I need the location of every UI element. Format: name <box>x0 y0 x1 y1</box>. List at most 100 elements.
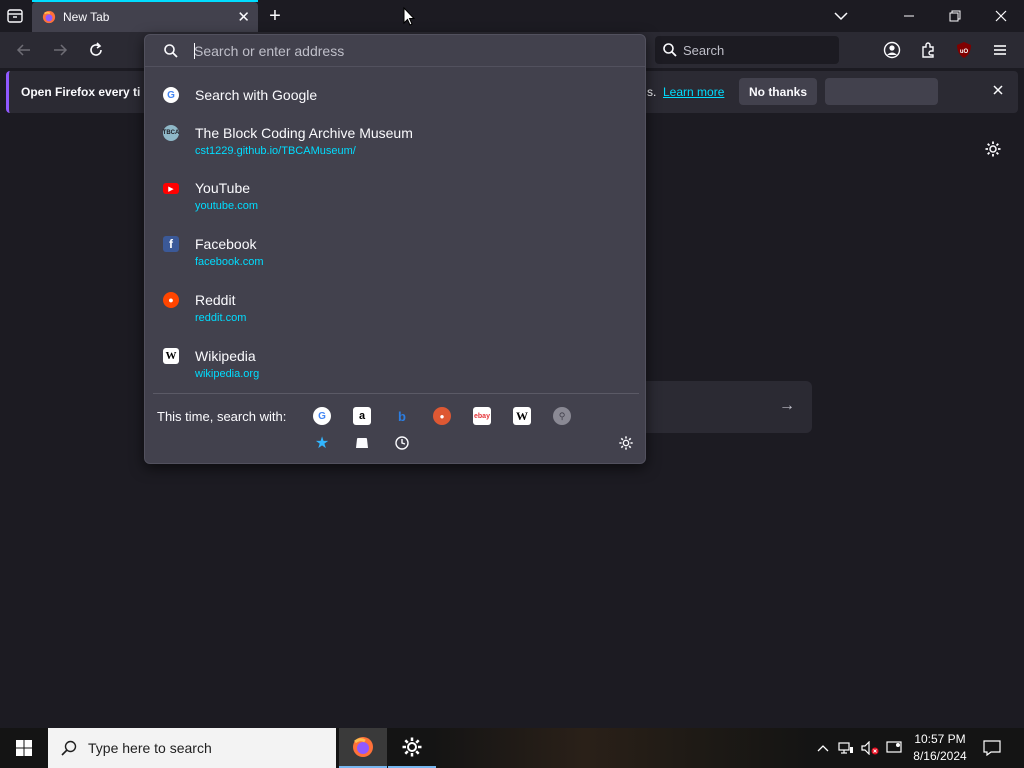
search-icon <box>61 740 77 756</box>
result-url: youtube.com <box>195 200 258 212</box>
start-button[interactable] <box>0 728 48 768</box>
search-icon <box>164 44 178 58</box>
clock-date: 8/16/2024 <box>913 749 967 763</box>
search-with-label: This time, search with: <box>157 409 287 424</box>
volume-muted-icon[interactable] <box>860 728 880 768</box>
svg-text:uO: uO <box>960 49 969 55</box>
youtube-icon: ▶ <box>163 183 179 194</box>
back-arrow-icon <box>16 44 30 56</box>
facebook-icon: f <box>163 236 179 252</box>
minimize-button[interactable] <box>886 0 932 32</box>
tbca-museum-icon: TBCA <box>163 125 179 141</box>
google-icon: G <box>163 87 179 103</box>
reddit-icon: ● <box>163 292 179 308</box>
tab-title: New Tab <box>63 10 110 24</box>
result-title: Facebook <box>195 236 257 252</box>
result-title: YouTube <box>195 180 251 196</box>
customize-button[interactable] <box>984 140 1002 158</box>
result-title: Search with Google <box>195 87 318 103</box>
page-search-box[interactable]: → <box>646 381 812 433</box>
taskbar-search-box[interactable]: Type here to search <box>48 728 336 768</box>
no-thanks-label: No thanks <box>748 84 807 99</box>
windows-logo-icon <box>16 740 32 756</box>
result-wikipedia[interactable]: W Wikipedia wikipedia.org <box>153 342 639 392</box>
restore-button[interactable] <box>932 0 978 32</box>
result-url: reddit.com <box>195 312 247 324</box>
reload-button[interactable] <box>84 38 108 62</box>
notifications-icon[interactable] <box>978 728 1006 768</box>
set-default-button[interactable] <box>825 78 938 105</box>
tab-strip: New Tab ✕ + <box>0 0 1024 32</box>
list-tabs-chevron-icon[interactable] <box>818 0 864 32</box>
tab-new-tab[interactable]: New Tab ✕ <box>32 0 258 32</box>
result-url: facebook.com <box>195 256 264 268</box>
close-notification-icon[interactable] <box>990 82 1006 98</box>
learn-more-link[interactable]: Learn more <box>663 85 724 99</box>
notification-message: Open Firefox every ti <box>21 85 141 99</box>
forward-button[interactable] <box>48 38 72 62</box>
result-url: cst1229.github.io/TBCAMuseum/ <box>195 145 356 157</box>
new-tab-button[interactable]: + <box>264 5 286 27</box>
ublock-origin-button[interactable]: uO <box>952 38 976 62</box>
firefox-icon <box>353 737 373 757</box>
back-button[interactable] <box>12 38 36 62</box>
divider <box>153 393 639 394</box>
close-window-button[interactable] <box>978 0 1024 32</box>
search-bar[interactable]: Search <box>655 36 839 64</box>
urlbar-dropdown: G Search with Google TBCA The Block Codi… <box>144 34 646 464</box>
account-icon <box>883 41 901 59</box>
windows-taskbar: Type here to search 10:57 PM 8/16/2024 <box>0 728 1024 768</box>
history-icon[interactable] <box>393 434 411 452</box>
no-thanks-button[interactable]: No thanks <box>739 78 817 105</box>
bookmarks-star-icon[interactable]: ★ <box>313 434 331 452</box>
wikipedia-icon[interactable]: W <box>513 407 531 425</box>
search-bar-placeholder: Search <box>683 43 725 58</box>
show-hidden-icons-chevron-icon[interactable] <box>814 728 832 768</box>
search-submit-arrow-icon[interactable]: → <box>779 397 795 415</box>
result-title: The Block Coding Archive Museum <box>195 125 413 141</box>
tab-manager-icon <box>7 9 23 23</box>
taskbar-firefox[interactable] <box>339 728 387 768</box>
result-url: wikipedia.org <box>195 368 260 380</box>
search-settings-gear-icon[interactable] <box>617 434 635 452</box>
text-caret <box>194 43 195 59</box>
taskbar-clock[interactable]: 10:57 PM 8/16/2024 <box>905 731 975 765</box>
display-icon[interactable] <box>884 728 904 768</box>
settings-gear-icon <box>402 737 422 757</box>
firefox-icon <box>42 10 56 24</box>
account-button[interactable] <box>880 38 904 62</box>
result-tbca-museum[interactable]: TBCA The Block Coding Archive Museum cst… <box>153 119 639 169</box>
reload-icon <box>90 42 102 56</box>
result-youtube[interactable]: ▶ YouTube youtube.com <box>153 174 639 224</box>
restore-icon <box>949 10 961 22</box>
app-menu-button[interactable] <box>988 38 1012 62</box>
search-engine-icon[interactable]: ⚲ <box>553 407 571 425</box>
result-search-google[interactable]: G Search with Google <box>153 81 639 111</box>
duckduckgo-icon[interactable]: ● <box>433 407 451 425</box>
close-tab-icon[interactable]: ✕ <box>237 8 250 26</box>
hamburger-menu-icon <box>994 45 1006 55</box>
result-title: Wikipedia <box>195 348 256 364</box>
close-icon <box>995 10 1007 22</box>
result-facebook[interactable]: f Facebook facebook.com <box>153 230 639 280</box>
search-icon <box>663 43 677 57</box>
gear-icon <box>985 141 1001 157</box>
amazon-icon[interactable]: a <box>353 407 371 425</box>
google-icon[interactable]: G <box>313 407 331 425</box>
address-input[interactable] <box>194 41 624 61</box>
notification-trail-text: s. <box>647 85 657 99</box>
puzzle-icon <box>922 42 934 58</box>
minimize-icon <box>904 15 914 17</box>
clock-time: 10:57 PM <box>914 732 966 746</box>
forward-arrow-icon <box>54 44 68 56</box>
taskbar-search-placeholder: Type here to search <box>88 740 212 756</box>
result-reddit[interactable]: ● Reddit reddit.com <box>153 286 639 336</box>
network-icon[interactable] <box>836 728 856 768</box>
wikipedia-icon: W <box>163 348 179 364</box>
extensions-button[interactable] <box>916 38 940 62</box>
tabs-icon[interactable] <box>353 434 371 452</box>
taskbar-settings[interactable] <box>388 728 436 768</box>
ebay-icon[interactable]: ebay <box>473 407 491 425</box>
list-all-tabs-button[interactable] <box>6 7 26 25</box>
bing-icon[interactable]: b <box>393 407 411 425</box>
